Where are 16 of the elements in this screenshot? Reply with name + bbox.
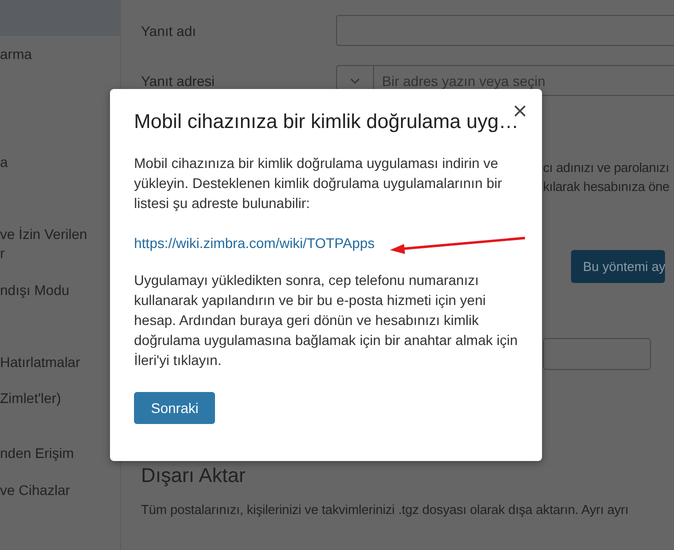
section-title: Dışarı Aktar bbox=[141, 465, 246, 488]
wiki-link[interactable]: https://wiki.zimbra.com/wiki/TOTPApps bbox=[134, 235, 375, 251]
dialog-text: Mobil cihazınıza bir kimlik doğrulama uygulaması indirin ve yükleyin. Desteklenen kimlik doğrulama uygulamalarının bir listesi şu adreste bulunabilir: bbox=[134, 154, 504, 213]
sidebar-item[interactable]: ve Cihazlar bbox=[0, 480, 120, 500]
next-button[interactable]: Sonraki bbox=[134, 392, 216, 424]
sidebar-item[interactable]: arma bbox=[0, 44, 120, 64]
input-field[interactable] bbox=[543, 338, 651, 370]
dialog-text: Uygulamayı yükledikten sonra, cep telefonu numaranızı kullanarak yapılandırın ve bir bu e-posta hizmeti için yeni hesap. Ardından buraya geri dönün ve hesabınızı kimlik doğrulama uygulamasına bağlamak için bir anahtar almak için İleri'yi tıklayın. bbox=[134, 271, 518, 370]
section-description: Tüm postalarınızı, kişilerinizi ve takvimlerinizi .tgz dosyası olarak dışa aktarın. Ayrı ayrı bbox=[141, 502, 630, 517]
dialog-title: Mobil cihazınıza bir kimlik doğrulama uyg… bbox=[134, 111, 518, 134]
field-label: Yanıt adresi bbox=[141, 72, 216, 88]
description-text: cı adınızı ve parolanızı kılarak hesabınıza öne bbox=[543, 159, 670, 196]
chevron-down-icon bbox=[350, 78, 360, 84]
field-label: Yanıt adı bbox=[141, 22, 198, 38]
reply-name-field[interactable] bbox=[336, 15, 674, 46]
close-icon[interactable] bbox=[512, 103, 528, 119]
